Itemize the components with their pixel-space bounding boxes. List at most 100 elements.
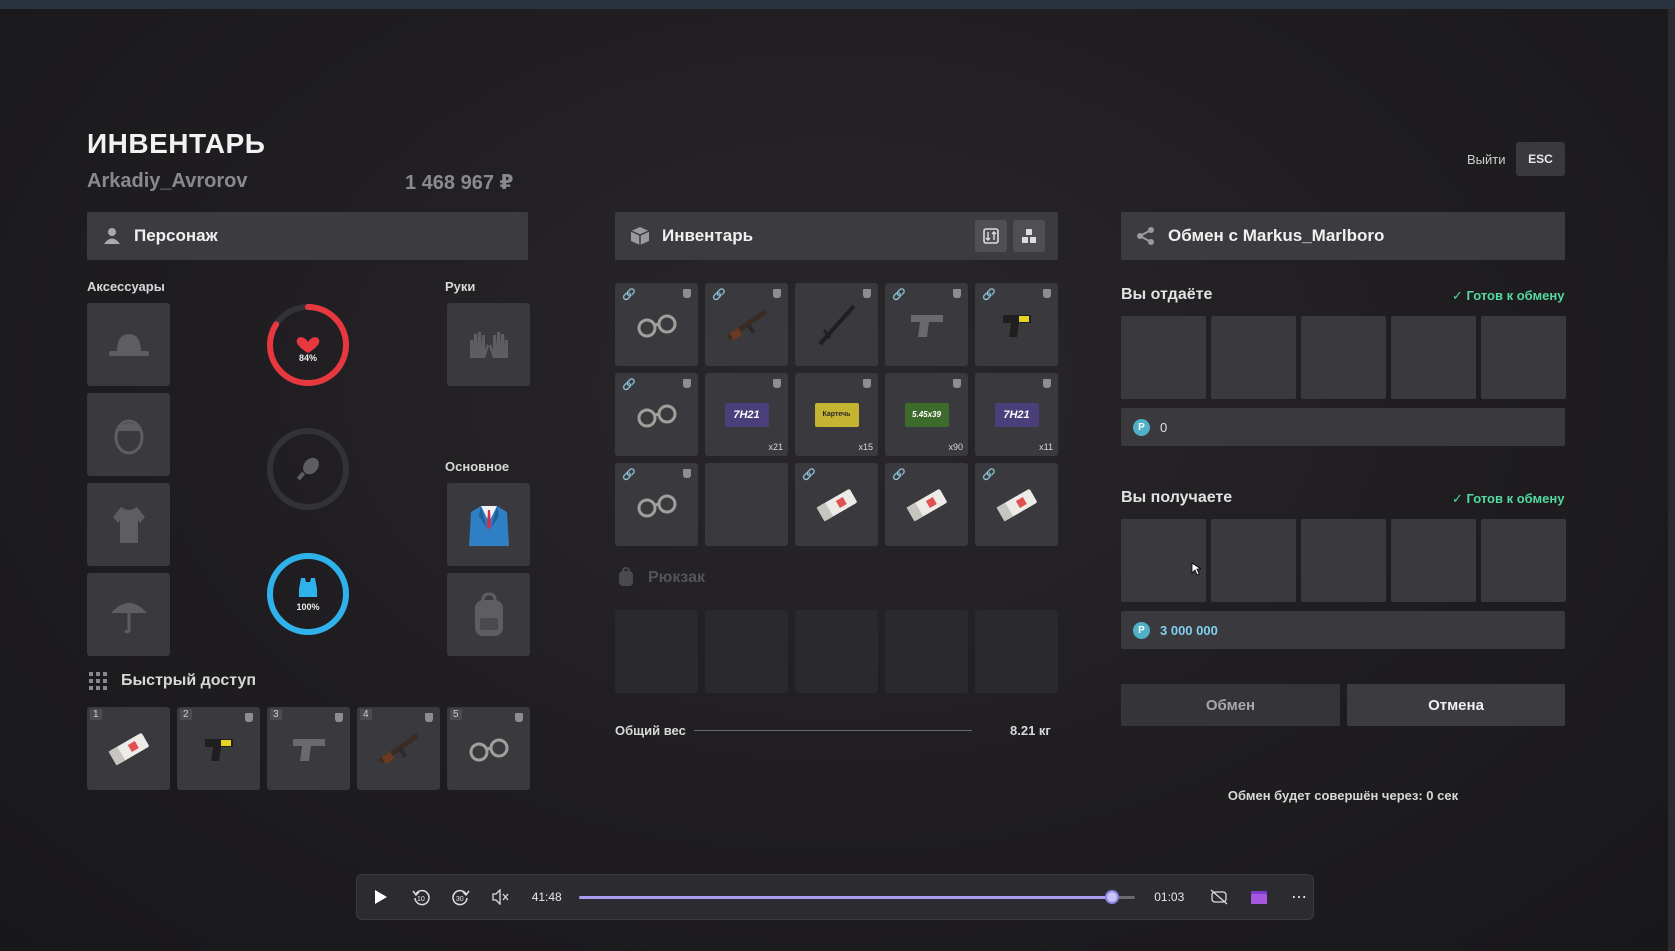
lock-icon [683, 289, 691, 298]
play-button[interactable] [367, 889, 395, 905]
inventory-slot[interactable] [795, 283, 878, 366]
quick-slot-1[interactable]: 1 [87, 707, 170, 790]
inventory-slot[interactable]: 🔗 [615, 463, 698, 546]
quick-slot-4[interactable]: 4 [357, 707, 440, 790]
give-ready-status: ✓ Готов к обмену [1452, 288, 1565, 303]
backpack-icon [474, 591, 503, 636]
progress-slider[interactable] [578, 890, 1135, 904]
hat-slot[interactable] [87, 303, 170, 386]
health-value: 84% [298, 353, 317, 363]
inventory-slot-empty[interactable] [705, 463, 788, 546]
hunger-ring [265, 426, 351, 512]
backpack-slot-empty[interactable] [705, 610, 788, 693]
receive-slot[interactable] [1391, 519, 1476, 602]
inventory-slot[interactable]: Картечь x15 [795, 373, 878, 456]
progress-thumb[interactable] [1105, 890, 1120, 904]
coin-icon: P [1133, 621, 1150, 639]
current-time: 41:48 [531, 890, 562, 904]
shirt-slot[interactable] [87, 483, 170, 566]
receive-slot[interactable] [1301, 519, 1386, 602]
give-slot[interactable] [1301, 316, 1386, 399]
receive-money-field[interactable]: P 3 000 000 [1121, 611, 1565, 649]
pistol-icon [910, 314, 943, 337]
mask-slot[interactable] [87, 393, 170, 476]
skip-back-button[interactable]: 10 [407, 888, 435, 906]
quick-slot-2[interactable]: 2 [177, 707, 260, 790]
receive-slot[interactable] [1121, 519, 1206, 602]
player-money: 1 468 967 ₽ [405, 172, 514, 194]
inventory-slot[interactable]: 🔗 [975, 283, 1058, 366]
handcuffs-icon [469, 738, 508, 761]
umbrella-slot[interactable] [87, 573, 170, 656]
taser-icon [1002, 314, 1031, 337]
ammo-box-icon: 7H21 [724, 402, 769, 427]
backpack-slot-empty[interactable] [885, 610, 968, 693]
armor-vest-icon [299, 578, 317, 597]
esc-button[interactable]: ESC [1516, 142, 1565, 176]
inventory-slot[interactable]: 🔗 [795, 463, 878, 546]
lock-icon [335, 713, 343, 722]
link-icon: 🔗 [712, 289, 726, 301]
skip-forward-button[interactable]: 30 [447, 888, 475, 906]
give-money-field[interactable]: P 0 [1121, 408, 1565, 446]
inventory-slot[interactable]: 🔗 [615, 283, 698, 366]
give-slot[interactable] [1121, 316, 1206, 399]
quick-slot-number: 5 [450, 709, 462, 720]
backpack-slot-empty[interactable] [975, 610, 1058, 693]
quick-slot-number: 2 [180, 709, 192, 720]
backpack-slot-empty[interactable] [795, 610, 878, 693]
clapperboard-icon [1251, 891, 1268, 904]
grid-icon [89, 672, 107, 690]
handcuffs-icon [637, 404, 676, 427]
loop-off-icon [1210, 889, 1228, 905]
outfit-slot[interactable] [447, 483, 530, 566]
handcuffs-icon [637, 314, 676, 337]
ready-label: Готов к обмену [1466, 491, 1565, 506]
heart-icon [296, 337, 320, 353]
quick-slot-number: 1 [90, 709, 102, 720]
page-title: ИНВЕНТАРЬ [87, 128, 266, 159]
link-icon: 🔗 [892, 289, 906, 301]
quick-slot-number: 4 [360, 709, 372, 720]
give-slot[interactable] [1481, 316, 1566, 399]
mute-button[interactable] [487, 889, 515, 905]
item-count: x11 [1039, 442, 1053, 452]
more-options-button[interactable]: ⋯ [1285, 887, 1313, 907]
receive-slot[interactable] [1211, 519, 1296, 602]
inventory-slot[interactable]: 🔗 [885, 283, 968, 366]
inventory-slot[interactable]: 7H21 x21 [705, 373, 788, 456]
pistol-icon [292, 738, 325, 761]
quick-slot-5[interactable]: 5 [447, 707, 530, 790]
ammo-box-icon: 7H21 [994, 402, 1039, 427]
receive-slot[interactable] [1481, 519, 1566, 602]
medkit-icon [996, 488, 1037, 521]
lock-icon [425, 713, 433, 722]
medkit-icon [108, 732, 149, 765]
gloves-icon [469, 331, 508, 358]
give-slot[interactable] [1391, 316, 1476, 399]
hat-icon [108, 333, 149, 356]
inventory-slot[interactable]: 7H21 x11 [975, 373, 1058, 456]
hands-slot[interactable] [447, 303, 530, 386]
loop-button[interactable] [1205, 889, 1233, 905]
inventory-slot[interactable]: 🔗 [975, 463, 1058, 546]
quick-slot-3[interactable]: 3 [267, 707, 350, 790]
window-top-bar [0, 0, 1675, 9]
cancel-button[interactable]: Отмена [1347, 684, 1565, 726]
backpack-slot[interactable] [447, 573, 530, 656]
inventory-slot[interactable]: 🔗 [705, 283, 788, 366]
sort-button[interactable] [975, 220, 1007, 252]
exchange-button[interactable]: Обмен [1121, 684, 1340, 726]
inventory-panel-header: Инвентарь [615, 212, 1058, 260]
stack-button[interactable] [1013, 220, 1045, 252]
inventory-slot[interactable]: 🔗 [885, 463, 968, 546]
give-slot[interactable] [1211, 316, 1296, 399]
exit-label[interactable]: Выйти [1467, 152, 1506, 167]
clip-button[interactable] [1245, 889, 1273, 905]
inventory-slot[interactable]: 🔗 [615, 373, 698, 456]
inventory-slot[interactable]: 5.45x39 x90 [885, 373, 968, 456]
user-icon [102, 226, 122, 246]
sort-icon [983, 228, 999, 244]
backpack-slot-empty[interactable] [615, 610, 698, 693]
link-icon: 🔗 [982, 469, 996, 481]
